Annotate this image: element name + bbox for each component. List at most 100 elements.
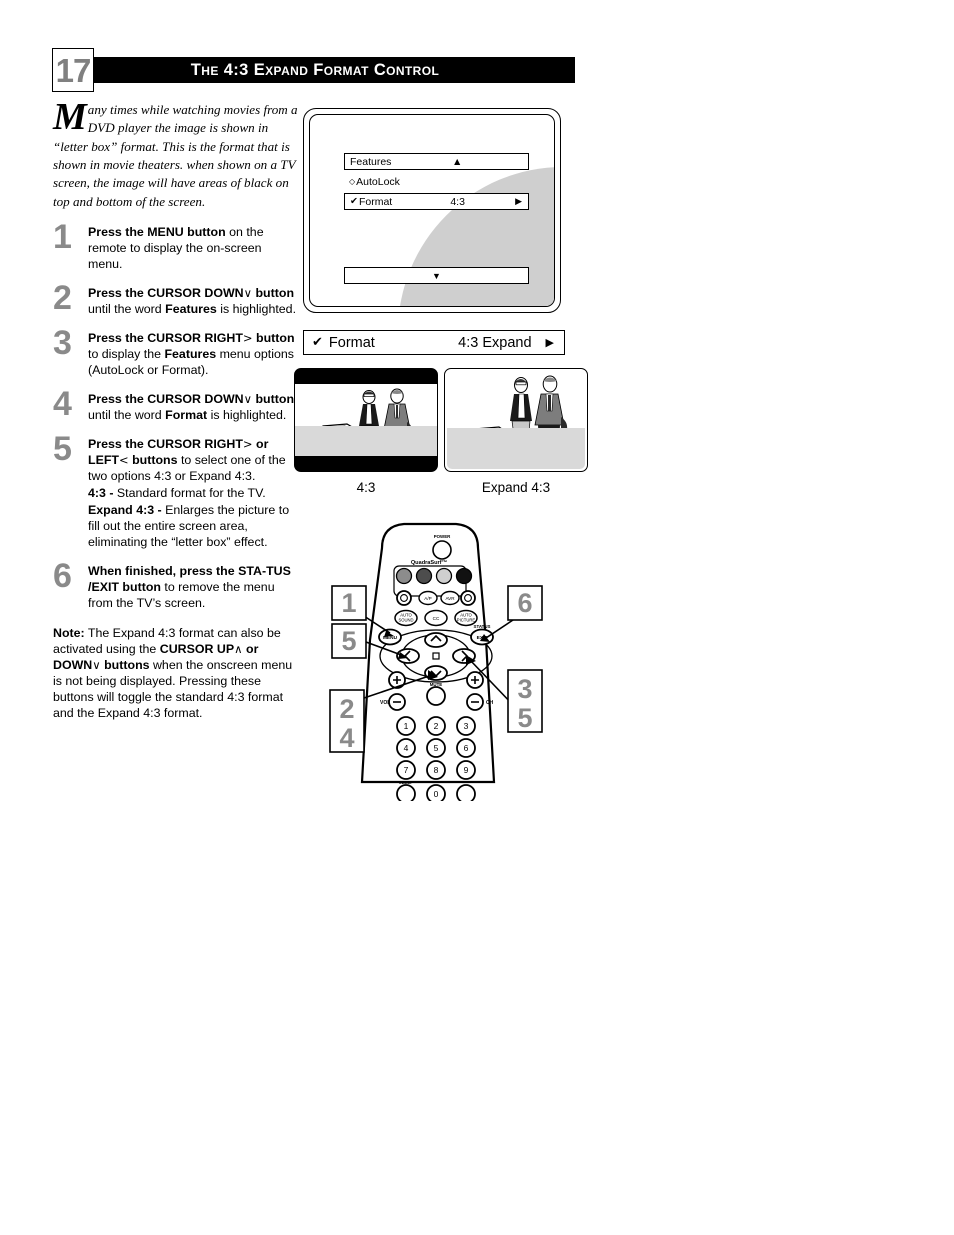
intro-paragraph: Many times while watching movies from a … xyxy=(53,98,298,211)
osd-format-value: 4:3 xyxy=(450,195,465,208)
power-button xyxy=(432,540,452,560)
osd-features-label: Features xyxy=(350,155,392,168)
step-4-rest: is highlighted. xyxy=(207,407,287,422)
check-icon: ✔ xyxy=(312,335,323,350)
instructions-column: Many times while watching movies from a … xyxy=(53,98,298,721)
cursor-right-icon: > xyxy=(242,436,253,451)
quadrasurf-button-1 xyxy=(395,567,413,585)
picture-expand-4-3 xyxy=(444,368,588,472)
key-7-label: 7 xyxy=(404,765,409,775)
page-number-box: 17 xyxy=(52,48,94,92)
step-3: 3 Press the CURSOR RIGHT> button to disp… xyxy=(53,326,298,378)
step-5: 5 Press the CURSOR RIGHT> or LEFT< butto… xyxy=(53,432,298,550)
step-5-bold3: buttons xyxy=(132,452,178,467)
step-3-bold3: Features xyxy=(164,346,217,361)
cursor-down-icon: ∨ xyxy=(92,657,101,672)
osd-format-label: Format xyxy=(358,195,393,208)
key-5-label: 5 xyxy=(434,743,439,753)
picture-4-3 xyxy=(294,368,438,472)
key-8-label: 8 xyxy=(434,765,439,775)
step-2-bold2: button xyxy=(255,285,295,300)
step-1-text: Press the MENU button on the remote to d… xyxy=(88,224,298,272)
osd-autolock-row[interactable]: ◇ AutoLock xyxy=(344,173,529,190)
osd-features-row[interactable]: Features ▲ xyxy=(344,153,529,170)
step-4-bold3: Format xyxy=(165,407,208,422)
step-2-number: 2 xyxy=(53,278,72,317)
step-4-bold1: Press the CURSOR DOWN xyxy=(88,391,244,406)
step-5-number: 5 xyxy=(53,429,72,468)
note-bold1: CURSOR UP xyxy=(159,641,235,656)
arrow-right-icon: ▶ xyxy=(515,196,522,206)
scroll-down-icon: ▼ xyxy=(432,270,441,281)
ch-label: CH xyxy=(486,700,494,706)
osd-autolock-label: AutoLock xyxy=(356,175,400,188)
cursor-up-icon: ∧ xyxy=(234,641,243,656)
osd-format-row[interactable]: ✔ Format 4:3 ▶ xyxy=(344,193,529,210)
quadrasurf-button-3 xyxy=(435,567,453,585)
page-number: 17 xyxy=(55,51,92,89)
arrow-right-icon: ▶ xyxy=(545,337,554,349)
scene-ground xyxy=(295,425,437,456)
step-1-number: 1 xyxy=(53,217,72,256)
step-2-text: Press the CURSOR DOWN∨ button until the … xyxy=(88,285,298,317)
callout-5b-number: 5 xyxy=(517,703,532,733)
key-3-label: 3 xyxy=(464,721,469,731)
step-4-number: 4 xyxy=(53,384,72,423)
callout-4-number: 4 xyxy=(339,723,354,753)
format-selection-bar[interactable]: ✔ Format 4:3 Expand ▶ xyxy=(303,330,565,355)
step-1: 1 Press the MENU button on the remote to… xyxy=(53,220,298,272)
cursor-center-button xyxy=(432,652,440,660)
osd-scroll-down-row[interactable]: ▼ xyxy=(344,267,529,284)
power-label: POWER xyxy=(434,534,451,539)
cursor-down-icon: ∨ xyxy=(243,391,253,406)
callout-1-number: 1 xyxy=(341,588,356,618)
quadrasurf-button-2 xyxy=(415,567,433,585)
step-3-number: 3 xyxy=(53,323,72,362)
status-label: STATUS xyxy=(474,624,491,629)
step-5-sub-1: 4:3 - Standard format for the TV. xyxy=(88,485,298,501)
step-4-text: Press the CURSOR DOWN∨ button until the … xyxy=(88,391,298,423)
illustrations-column: Features ▲ ◇ AutoLock ✔ Format 4:3 ▶ ▼ ✔… xyxy=(294,108,588,495)
note-bold3: buttons xyxy=(104,657,150,672)
vol-label: VOL xyxy=(380,700,390,706)
step-6-text: When finished, press the STA-TUS /EXIT b… xyxy=(88,563,298,611)
tv-screen: Features ▲ ◇ AutoLock ✔ Format 4:3 ▶ ▼ xyxy=(309,114,555,307)
remote-svg: POWER QuadraSurf™ A/P AVR AUTO SOUND CC xyxy=(318,522,608,805)
step-2-rest: is highlighted. xyxy=(216,301,297,316)
manual-page: The 4:3 Expand Format Control 17 Many ti… xyxy=(0,0,954,1235)
callout-2-number: 2 xyxy=(339,694,354,724)
step-2-bold1: Press the CURSOR DOWN xyxy=(88,285,244,300)
step-3-bold1: Press the CURSOR RIGHT xyxy=(88,330,243,345)
picture-4-3-scene xyxy=(295,384,437,456)
remote-control-diagram: POWER QuadraSurf™ A/P AVR AUTO SOUND CC xyxy=(318,520,608,805)
intro-text: any times while watching movies from a D… xyxy=(53,102,298,209)
key-extra xyxy=(456,784,476,804)
tv-onscreen-menu: Features ▲ ◇ AutoLock ✔ Format 4:3 ▶ ▼ xyxy=(303,108,561,313)
quadrasurf-label: QuadraSurf™ xyxy=(411,560,447,566)
callout-6-number: 6 xyxy=(517,588,532,618)
step-4-bold2: button xyxy=(255,391,295,406)
picture-expand-caption: Expand 4:3 xyxy=(481,480,551,495)
cursor-down-icon: ∨ xyxy=(243,285,253,300)
cursor-left-icon: < xyxy=(118,452,129,467)
cursor-right-icon: > xyxy=(242,330,253,345)
step-3-bold2: button xyxy=(256,330,295,345)
scene-ground xyxy=(447,427,585,469)
auto-sound-label-2: SOUND xyxy=(398,618,413,623)
key-2-label: 2 xyxy=(434,721,439,731)
picture-4-3-frame xyxy=(294,368,438,472)
step-4-mid: until the word xyxy=(88,407,166,422)
sleep-button xyxy=(396,784,416,804)
cc-label: CC xyxy=(433,616,440,621)
step-1-bold: Press the MENU button xyxy=(88,224,226,239)
key-4-label: 4 xyxy=(404,743,409,753)
step-2-bold3: Features xyxy=(165,301,217,316)
step-3-mid: to display the xyxy=(88,346,165,361)
callout-6-leader xyxy=(485,617,517,639)
step-4: 4 Press the CURSOR DOWN∨ button until th… xyxy=(53,387,298,423)
callout-3-number: 3 xyxy=(517,674,532,704)
key-0-label: 0 xyxy=(434,789,439,799)
step-5-sub2-bold: Expand 4:3 - xyxy=(88,502,166,517)
mute-button xyxy=(426,686,446,706)
picture-expand-frame xyxy=(444,368,588,472)
